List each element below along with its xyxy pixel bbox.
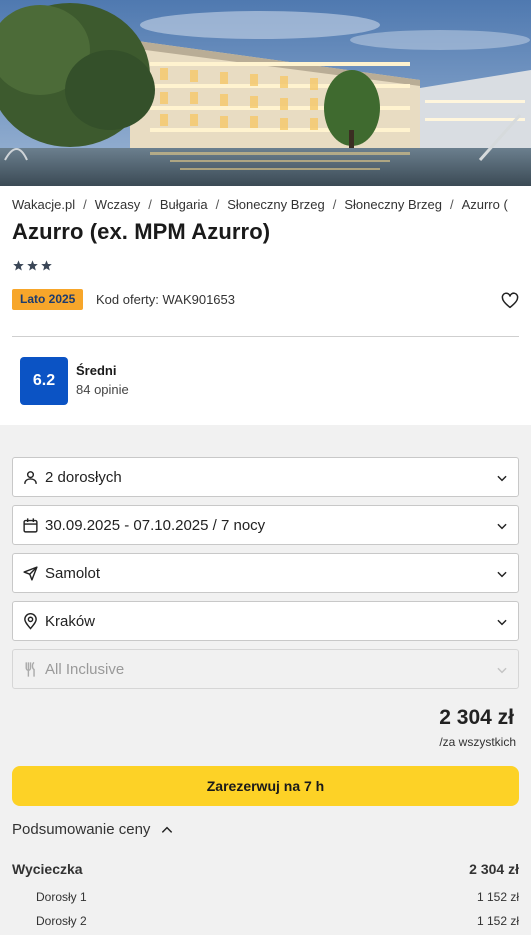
price-row-label: Dorosły 1 [36,890,87,904]
price-row-label: Dorosły 2 [36,914,87,928]
breadcrumb-item-wakacje[interactable]: Wakacje.pl [12,197,75,212]
transport-select[interactable]: Samolot [12,553,519,593]
chevron-down-icon [497,619,507,626]
divider [12,336,519,337]
trip-value: 2 304 zł [469,861,519,877]
guests-select[interactable]: 2 dorosłych [12,457,519,497]
hotel-photo[interactable] [0,0,531,186]
trip-label: Wycieczka [12,861,83,877]
dates-value: 30.09.2025 - 07.10.2025 / 7 nocy [45,517,266,534]
breadcrumb-item-region[interactable]: Słoneczny Brzeg [227,197,325,212]
offer-code: Kod oferty: WAK901653 [96,292,235,307]
breadcrumb-item-current: Azurro ( [461,197,508,212]
breadcrumb-separator: / [332,197,337,212]
person-icon [24,471,37,484]
location-pin-icon [24,613,37,630]
price-row-value: 1 152 zł [476,890,519,904]
breadcrumb-separator: / [83,197,87,212]
transport-value: Samolot [45,565,101,582]
hotel-stars [13,260,52,272]
guests-value: 2 dorosłych [45,469,122,486]
departure-value: Kraków [45,613,96,630]
price-per-label: /za wszystkich [439,735,516,749]
star-icon [41,260,52,271]
breadcrumb: Wakacje.pl / Wczasy / Bułgaria / Słoneczny Brz… [12,197,531,215]
price-summary-toggle[interactable]: Podsumowanie ceny [12,821,174,838]
breadcrumb-item-wczasy[interactable]: Wczasy [95,197,141,212]
breadcrumb-separator: / [215,197,220,212]
chevron-down-icon [497,667,507,674]
breadcrumb-separator: / [148,197,152,212]
favorite-button[interactable] [501,292,519,310]
book-button[interactable]: Zarezerwuj na 7 h [12,766,519,806]
chevron-down-icon [497,475,507,482]
plane-icon [23,566,38,581]
price-summary-label: Podsumowanie ceny [12,821,151,838]
hotel-photo-illustration [0,0,531,186]
rating-label: Średni [76,363,117,378]
season-badge: Lato 2025 [12,289,84,310]
heart-icon [501,292,519,309]
star-icon [27,260,38,271]
total-price: 2 304 zł [439,706,514,729]
chevron-down-icon [497,523,507,530]
board-value: All Inclusive [45,661,125,678]
breadcrumb-item-bulgaria[interactable]: Bułgaria [160,197,208,212]
rating-count[interactable]: 84 opinie [76,382,129,397]
star-icon [13,260,24,271]
chevron-up-icon [162,826,173,833]
price-row-value: 1 152 zł [476,914,519,928]
breadcrumb-separator: / [449,197,454,212]
calendar-icon [23,518,38,533]
departure-select[interactable]: Kraków [12,601,519,641]
dates-select[interactable]: 30.09.2025 - 07.10.2025 / 7 nocy [12,505,519,545]
board-select: All Inclusive [12,649,519,689]
breadcrumb-item-city[interactable]: Słoneczny Brzeg [344,197,442,212]
chevron-down-icon [497,571,507,578]
page-title: Azurro (ex. MPM Azurro) [12,219,271,244]
cutlery-icon [25,661,35,677]
rating-score[interactable]: 6.2 [20,357,68,405]
